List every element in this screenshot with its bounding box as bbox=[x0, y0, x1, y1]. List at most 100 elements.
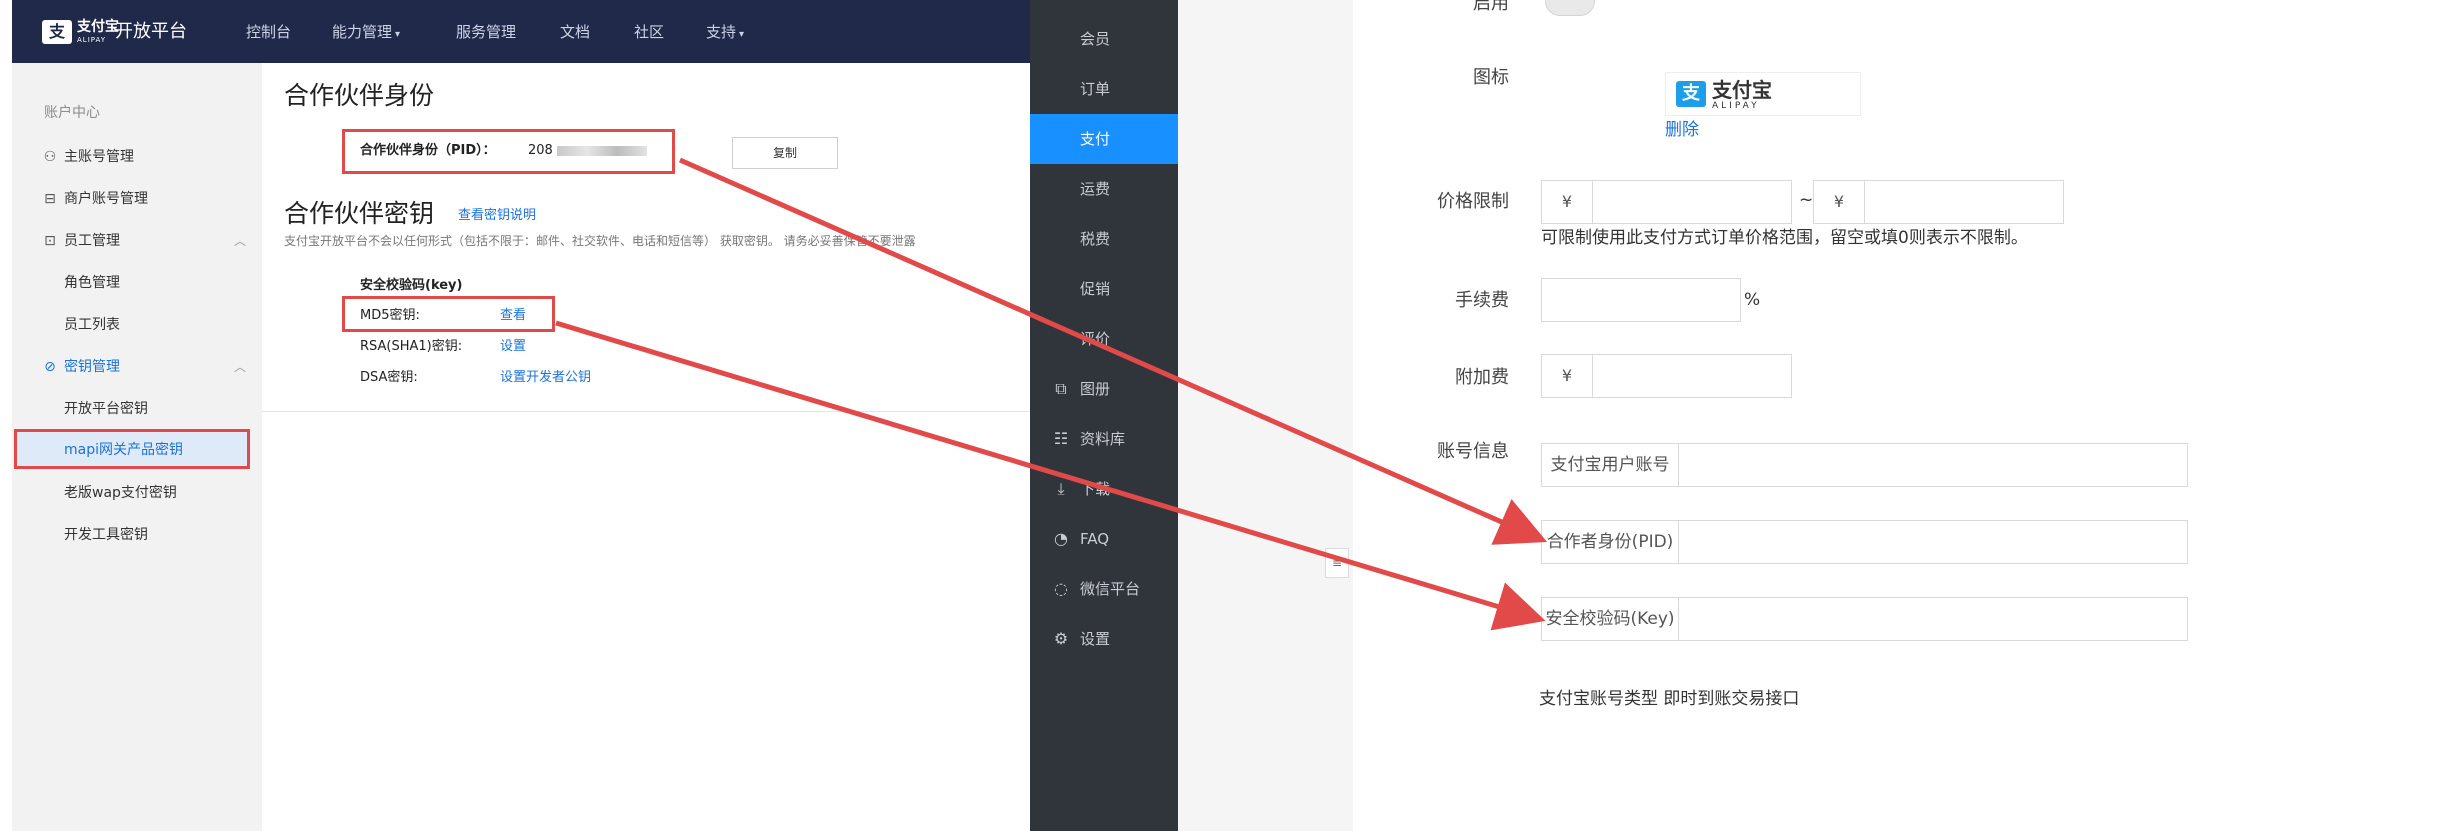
sidebar-item-dev-tool-key[interactable]: 开发工具密钥 bbox=[64, 525, 148, 545]
icon-label: 图标 bbox=[1473, 67, 1509, 88]
partner-pid-input[interactable] bbox=[1678, 520, 2188, 564]
alipay-logo-cn: 支付宝 bbox=[1712, 78, 1772, 102]
price-limit-label: 价格限制 bbox=[1437, 191, 1509, 212]
enable-label: 启用 bbox=[1473, 0, 1509, 14]
chevron-down-icon: ▾ bbox=[395, 29, 401, 40]
delete-icon-link[interactable]: 删除 bbox=[1665, 118, 1699, 142]
surcharge-label: 附加费 bbox=[1455, 367, 1509, 388]
pid-label: 合作伙伴身份（PID）： bbox=[360, 143, 496, 158]
payment-config-form: 启用 图标 支 支付宝 ALIPAY 删除 价格限制 ¥ ~ ¥ 可限制使用此支… bbox=[1353, 0, 2447, 831]
faq-icon: ◔ bbox=[1054, 529, 1068, 548]
database-icon: ☷ bbox=[1053, 429, 1069, 448]
menu-item-payment[interactable]: 支付 bbox=[1030, 114, 1178, 164]
security-key-addon: 安全校验码(Key) bbox=[1541, 597, 1679, 641]
sidebar-item-staff-list[interactable]: 员工列表 bbox=[64, 315, 120, 335]
price-limit-help: 可限制使用此支付方式订单价格范围，留空或填0则表示不限制。 bbox=[1541, 228, 2028, 248]
sidebar-item-mapi-gateway-key[interactable]: mapi网关产品密钥 bbox=[64, 440, 183, 460]
sidebar-item-legacy-wap-key[interactable]: 老版wap支付密钥 bbox=[64, 483, 177, 503]
menu-item-download[interactable]: ⤓ 下载 bbox=[1030, 464, 1178, 514]
pid-value: 208 bbox=[528, 142, 647, 160]
price-max-input[interactable] bbox=[1864, 180, 2064, 224]
menu-item-faq[interactable]: ◔ FAQ bbox=[1030, 514, 1178, 564]
sidebar-item-key-management[interactable]: ⊘ 密钥管理 ︿ bbox=[42, 357, 246, 377]
fee-input[interactable] bbox=[1541, 278, 1741, 322]
dsa-key-label: DSA密钥: bbox=[360, 370, 418, 385]
alipay-logo-en: ALIPAY bbox=[1712, 101, 1760, 111]
key-section-title: 安全校验码(key) bbox=[360, 278, 463, 293]
nav-console[interactable]: 控制台 bbox=[246, 22, 291, 42]
admin-side-menu: 会员 订单 支付 运费 税费 促销 评价 ⧉ 图册 ☷ 资料库 ⤓ 下载 ◔ FAQ ◌… bbox=[1030, 0, 1178, 831]
md5-key-label: MD5密钥: bbox=[360, 308, 420, 323]
gallery-icon: ⧉ bbox=[1055, 379, 1067, 398]
nav-docs[interactable]: 文档 bbox=[560, 22, 590, 42]
menu-item-gallery[interactable]: ⧉ 图册 bbox=[1030, 364, 1178, 414]
sidebar-item-merchant-account[interactable]: ⊟ 商户账号管理 bbox=[42, 189, 148, 209]
alipay-account-input[interactable] bbox=[1678, 443, 2188, 487]
percent-suffix: % bbox=[1744, 290, 1761, 310]
md5-view-link[interactable]: 查看 bbox=[500, 307, 526, 325]
partner-pid-addon: 合作者身份(PID) bbox=[1541, 520, 1679, 564]
alipay-open-platform-panel: 支 支付宝 ALIPAY 开放平台 控制台 能力管理 ▾ 服务管理 文档 社区 支… bbox=[0, 0, 1030, 831]
left-margin bbox=[0, 0, 12, 831]
user-icon: ⚇ bbox=[43, 149, 57, 165]
menu-item-orders[interactable]: 订单 bbox=[1030, 64, 1178, 114]
alipay-logo-text: 支付宝 bbox=[77, 19, 119, 35]
menu-item-wechat[interactable]: ◌ 微信平台 bbox=[1030, 564, 1178, 614]
rsa-key-label: RSA(SHA1)密钥: bbox=[360, 339, 463, 354]
copy-pid-button[interactable]: 复制 bbox=[732, 137, 838, 169]
chevron-down-icon: ▾ bbox=[739, 29, 745, 40]
key-management-content: 合作伙伴身份 合作伙伴身份（PID）： 208 复制 合作伙伴密钥 查看密钥说明… bbox=[262, 63, 1030, 831]
collapse-handle-icon[interactable]: ≡ bbox=[1325, 548, 1349, 578]
key-security-notice: 支付宝开放平台不会以任何形式（包括不限于：邮件、社交软件、电话和短信等） 获取密… bbox=[284, 234, 916, 248]
download-icon: ⤓ bbox=[1057, 479, 1065, 498]
sidebar-item-staff-management[interactable]: ⊡ 员工管理 ︿ bbox=[42, 231, 246, 251]
view-key-doc-link[interactable]: 查看密钥说明 bbox=[458, 207, 536, 225]
menu-item-tax[interactable]: 税费 bbox=[1030, 214, 1178, 264]
menu-item-shipping[interactable]: 运费 bbox=[1030, 164, 1178, 214]
alipay-logo-subtext: ALIPAY bbox=[77, 36, 107, 44]
nav-support[interactable]: 支持 ▾ bbox=[706, 22, 744, 45]
security-key-input[interactable] bbox=[1678, 597, 2188, 641]
content-gutter bbox=[1178, 0, 1353, 831]
menu-item-promotion[interactable]: 促销 bbox=[1030, 264, 1178, 314]
alipay-mark-icon: 支 bbox=[1676, 81, 1706, 107]
currency-addon: ¥ bbox=[1541, 180, 1593, 224]
sidebar-header: 账户中心 bbox=[44, 105, 100, 121]
chevron-up-icon: ︿ bbox=[233, 234, 246, 248]
section-divider bbox=[262, 411, 1030, 412]
chevron-up-icon: ︿ bbox=[233, 360, 246, 374]
partner-key-title: 合作伙伴密钥 bbox=[284, 199, 435, 228]
account-type-row: 支付宝账号类型 即时到账交易接口 bbox=[1539, 687, 1799, 711]
dsa-set-public-key-link[interactable]: 设置开发者公钥 bbox=[500, 369, 591, 387]
rsa-set-link[interactable]: 设置 bbox=[500, 338, 526, 356]
sidebar-item-open-platform-key[interactable]: 开放平台密钥 bbox=[64, 399, 148, 419]
currency-addon: ¥ bbox=[1813, 180, 1865, 224]
site-name[interactable]: 开放平台 bbox=[115, 20, 187, 44]
account-info-label: 账号信息 bbox=[1437, 441, 1509, 462]
nav-capability-management[interactable]: 能力管理 ▾ bbox=[332, 22, 400, 45]
range-separator: ~ bbox=[1799, 190, 1814, 210]
sidebar-item-role-management[interactable]: 角色管理 bbox=[64, 273, 120, 293]
top-navigation-bar: 支 支付宝 ALIPAY 开放平台 控制台 能力管理 ▾ 服务管理 文档 社区 支… bbox=[12, 0, 1030, 63]
surcharge-input[interactable] bbox=[1592, 354, 1792, 398]
gear-icon: ⚙ bbox=[1053, 629, 1069, 648]
fee-label: 手续费 bbox=[1455, 290, 1509, 311]
menu-item-reviews[interactable]: 评价 bbox=[1030, 314, 1178, 364]
staff-icon: ⊡ bbox=[44, 233, 56, 249]
pid-redacted bbox=[556, 145, 647, 156]
account-sidebar: 账户中心 ⚇ 主账号管理 ⊟ 商户账号管理 ⊡ 员工管理 ︿ 角色管理 员工列表 ⊘ 密… bbox=[12, 63, 252, 831]
payment-icon-preview: 支 支付宝 ALIPAY bbox=[1665, 72, 1861, 116]
sidebar-item-main-account[interactable]: ⚇ 主账号管理 bbox=[42, 147, 134, 167]
nav-community[interactable]: 社区 bbox=[634, 22, 664, 42]
menu-item-members[interactable]: 会员 bbox=[1030, 14, 1178, 64]
alipay-logo-icon[interactable]: 支 bbox=[42, 20, 72, 44]
enable-toggle[interactable] bbox=[1545, 0, 1595, 16]
nav-service-management[interactable]: 服务管理 bbox=[456, 22, 516, 42]
wechat-icon: ◌ bbox=[1054, 579, 1068, 598]
account-type-value: 即时到账交易接口 bbox=[1663, 689, 1800, 709]
price-min-input[interactable] bbox=[1592, 180, 1792, 224]
menu-item-database[interactable]: ☷ 资料库 bbox=[1030, 414, 1178, 464]
alipay-account-addon: 支付宝用户账号 bbox=[1541, 443, 1679, 487]
menu-item-settings[interactable]: ⚙ 设置 bbox=[1030, 614, 1178, 664]
partner-identity-title: 合作伙伴身份 bbox=[284, 81, 435, 110]
